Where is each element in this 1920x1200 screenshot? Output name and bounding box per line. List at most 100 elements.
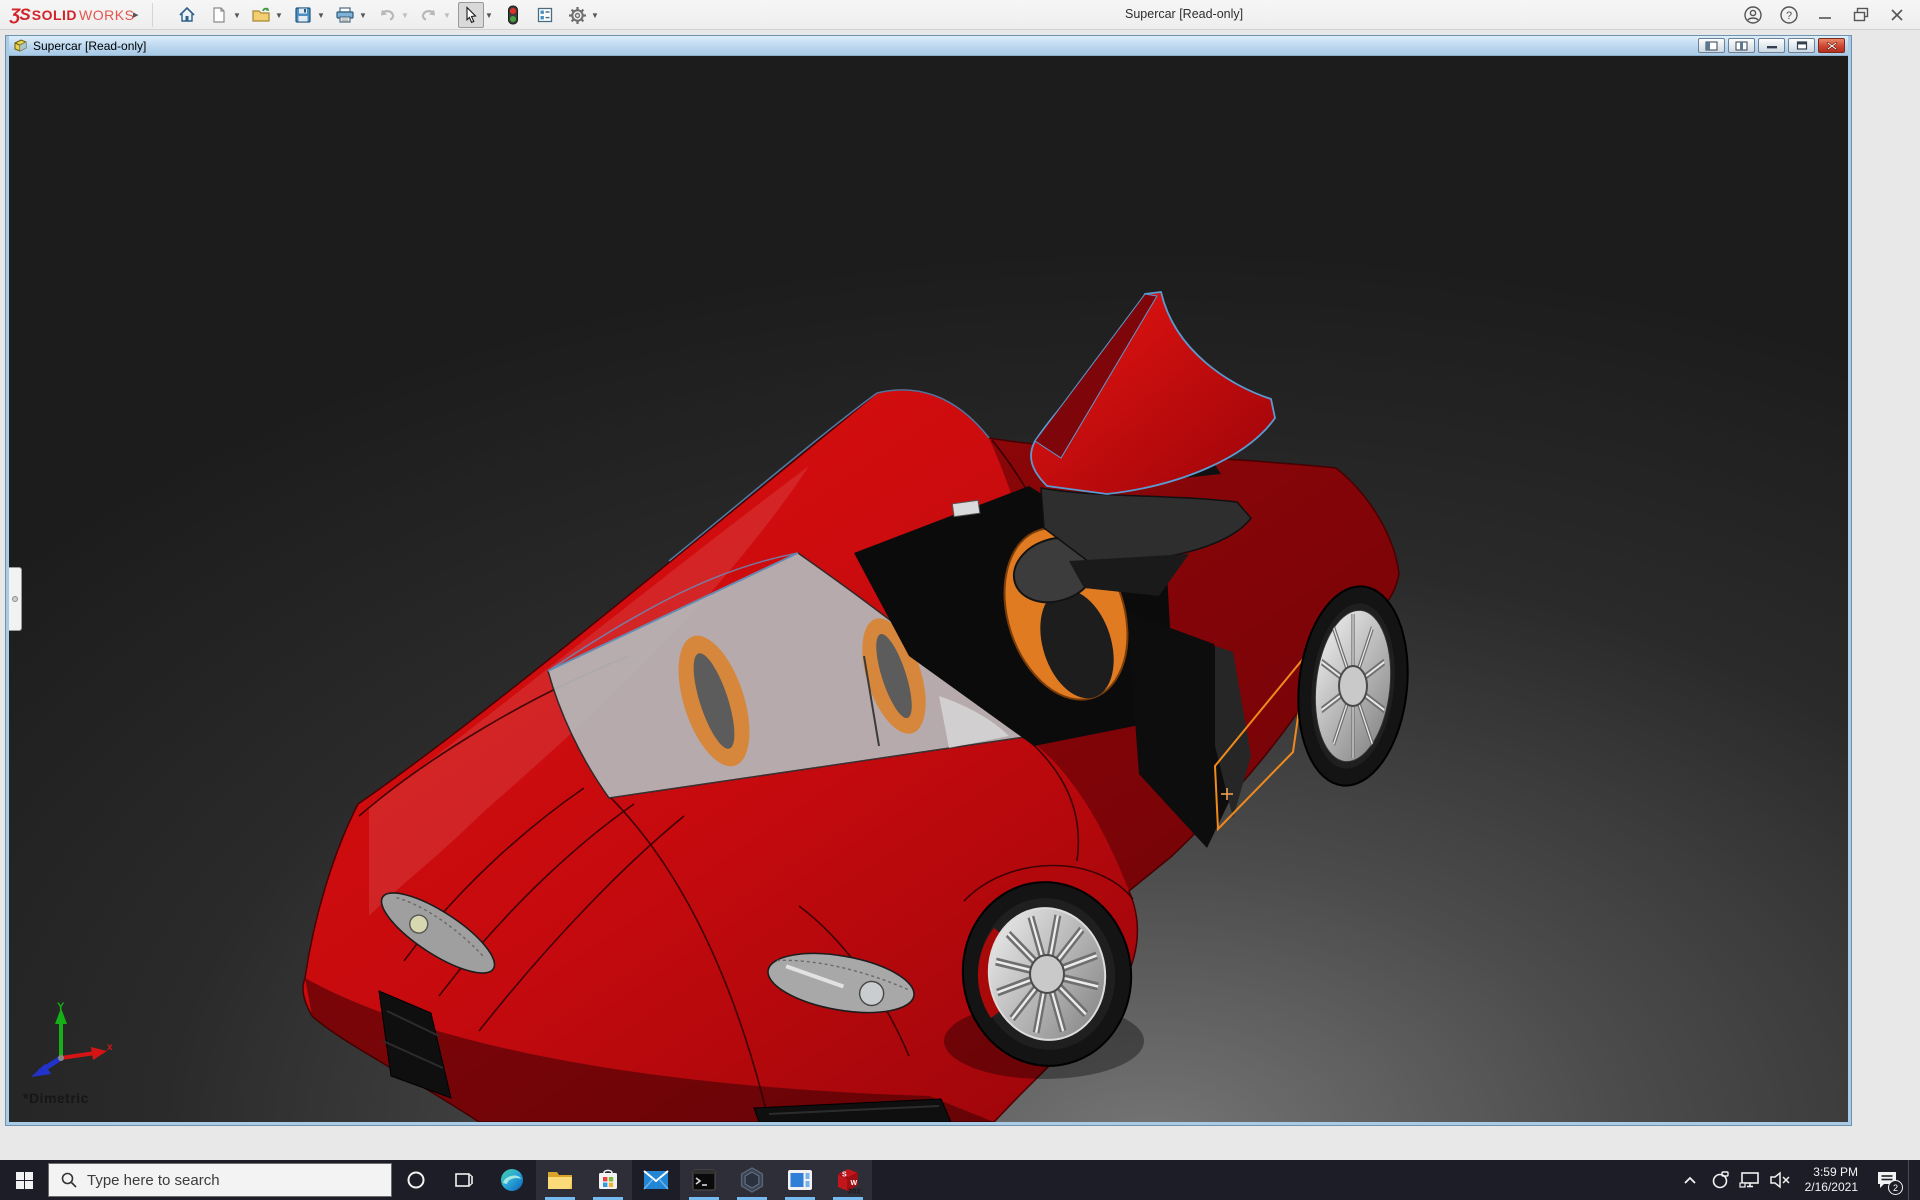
options-dropdown[interactable]: ▼ (590, 2, 600, 28)
open-button[interactable] (248, 2, 274, 28)
gear-icon (568, 6, 586, 24)
search-placeholder: Type here to search (87, 1171, 220, 1189)
redo-dropdown[interactable]: ▼ (442, 2, 452, 28)
solidworks-year-label: 2021 (848, 1187, 862, 1195)
rebuild-traffic-light-icon (508, 5, 518, 25)
toolbar-separator (152, 3, 153, 27)
feature-tree-collapse-tab[interactable] (9, 567, 22, 631)
part-document-icon (14, 39, 27, 52)
logo-expand-arrow-icon[interactable]: ▸ (133, 8, 139, 21)
search-icon (61, 1172, 77, 1188)
microsoft-store-icon (599, 1169, 617, 1189)
open-icon (252, 7, 270, 22)
taskbar-app-edge[interactable] (488, 1160, 536, 1200)
document-minimize-button[interactable] (1758, 38, 1785, 53)
undo-button[interactable] (374, 2, 400, 28)
action-center-button[interactable]: 2 (1870, 1160, 1904, 1200)
help-button[interactable]: ? (1774, 2, 1804, 28)
hidden-icons-button[interactable] (1677, 1160, 1703, 1200)
minimize-button[interactable] (1810, 2, 1840, 28)
new-document-button[interactable] (206, 2, 232, 28)
windows-logo-icon (15, 1171, 33, 1189)
new-document-dropdown[interactable]: ▼ (232, 2, 242, 28)
save-icon (295, 7, 311, 23)
save-button[interactable] (290, 2, 316, 28)
collapse-tab-dot-icon (12, 596, 18, 602)
document-close-button[interactable] (1818, 38, 1845, 53)
network-button[interactable] (1737, 1160, 1763, 1200)
print-icon (336, 7, 354, 23)
task-view-button[interactable] (440, 1160, 488, 1200)
taskbar-app-solidworks[interactable]: S W 2021 (824, 1160, 872, 1200)
restore-button[interactable] (1846, 2, 1876, 28)
account-icon (1744, 6, 1762, 24)
app-window-title: Supercar [Read-only] (1125, 7, 1244, 21)
chevron-up-icon (1683, 1176, 1696, 1184)
taskbar-app-photos[interactable] (776, 1160, 824, 1200)
document-window: Supercar [Read-only] Y x *Dimetric (6, 36, 1851, 1125)
select-button[interactable] (458, 2, 484, 28)
solidworks-logo-glyph: ƷS (10, 5, 31, 24)
undo-dropdown[interactable]: ▼ (400, 2, 410, 28)
svg-text:S: S (842, 1172, 847, 1179)
app-titlebar: ƷS SOLID WORKS ▸ ▼ ▼ ▼ ▼ ▼ ▼ ▼ ▼ Superca… (0, 0, 1920, 30)
save-dropdown[interactable]: ▼ (316, 2, 326, 28)
split-pane-right-icon (1735, 41, 1748, 50)
cortana-button[interactable] (392, 1160, 440, 1200)
split-pane-left-icon (1705, 41, 1718, 50)
options-button[interactable] (564, 2, 590, 28)
clock-date: 2/16/2021 (1804, 1180, 1858, 1194)
cortana-icon (407, 1171, 425, 1189)
print-dropdown[interactable]: ▼ (358, 2, 368, 28)
notification-badge: 2 (1888, 1180, 1903, 1195)
undo-icon (381, 9, 395, 21)
main-toolbar: ▼ ▼ ▼ ▼ ▼ ▼ ▼ ▼ (168, 0, 600, 30)
meet-now-icon (1712, 1171, 1729, 1189)
task-view-icon (455, 1173, 473, 1187)
search-input[interactable]: Type here to search (48, 1163, 392, 1197)
open-dropdown[interactable]: ▼ (274, 2, 284, 28)
network-icon (1739, 1172, 1759, 1188)
photos-app-icon (788, 1170, 812, 1190)
start-button[interactable] (0, 1160, 48, 1200)
document-restore-button[interactable] (1788, 38, 1815, 53)
select-dropdown[interactable]: ▼ (484, 2, 494, 28)
redo-button[interactable] (416, 2, 442, 28)
graphics-viewport[interactable]: Y x *Dimetric (9, 56, 1848, 1122)
rebuild-button[interactable] (500, 2, 526, 28)
split-pane-right-button[interactable] (1728, 38, 1755, 53)
file-properties-button[interactable] (532, 2, 558, 28)
split-pane-left-button[interactable] (1698, 38, 1725, 53)
triad-y-label: Y (57, 1001, 65, 1013)
taskbar-app-file-explorer[interactable] (536, 1160, 584, 1200)
close-button[interactable] (1882, 2, 1912, 28)
solidworks-app-icon: S W 2021 (837, 1169, 862, 1195)
reference-triad: Y x (31, 1001, 113, 1077)
print-button[interactable] (332, 2, 358, 28)
minimize-icon (1819, 17, 1831, 19)
solidworks-logo-light: WORKS (79, 7, 135, 23)
triad-x-label: x (107, 1042, 113, 1053)
taskbar-app-command-prompt[interactable] (680, 1160, 728, 1200)
solidworks-logo: ƷS SOLID WORKS (10, 5, 134, 25)
taskbar: Type here to search S W 202 3:59 PM 2/16… (0, 1160, 1920, 1200)
select-cursor-icon (466, 6, 477, 24)
taskbar-clock[interactable]: 3:59 PM 2/16/2021 (1805, 1165, 1858, 1195)
document-restore-icon (1796, 41, 1807, 50)
show-desktop-button[interactable] (1908, 1160, 1914, 1200)
svg-text:?: ? (1786, 10, 1792, 22)
car-model[interactable] (9, 56, 1848, 1122)
system-tray: 3:59 PM 2/16/2021 2 (1677, 1160, 1914, 1200)
taskbar-app-hexagon[interactable] (728, 1160, 776, 1200)
volume-button[interactable] (1767, 1160, 1793, 1200)
meet-now-button[interactable] (1707, 1160, 1733, 1200)
account-button[interactable] (1738, 2, 1768, 28)
new-document-icon (213, 7, 225, 23)
home-button[interactable] (174, 2, 200, 28)
taskbar-app-mail[interactable] (632, 1160, 680, 1200)
view-orientation-label: *Dimetric (23, 1090, 89, 1106)
document-title: Supercar [Read-only] (33, 38, 147, 53)
document-titlebar[interactable]: Supercar [Read-only] (9, 36, 1848, 56)
mail-icon (643, 1170, 669, 1190)
taskbar-app-microsoft-store[interactable] (584, 1160, 632, 1200)
